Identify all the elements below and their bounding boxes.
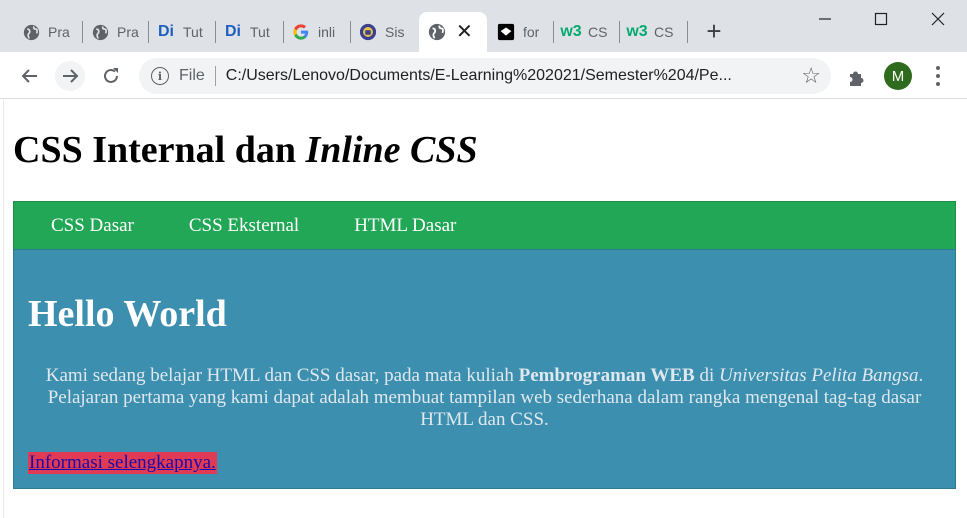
more-info-link[interactable]: Informasi selengkapnya. <box>28 452 217 474</box>
hero-section: Hello World Kami sedang belajar HTML dan… <box>13 249 956 489</box>
info-icon[interactable]: i <box>151 67 169 85</box>
google-icon <box>292 23 310 41</box>
globe-icon <box>91 23 109 41</box>
title-text: CSS Internal dan <box>13 129 306 171</box>
hero-text-part: di <box>694 365 720 386</box>
crest-icon <box>359 23 377 41</box>
w3schools-icon: w3 <box>626 23 648 40</box>
address-bar[interactable]: i File C:/Users/Lenovo/Documents/E-Learn… <box>139 58 831 94</box>
close-window-button[interactable] <box>909 0 966 38</box>
minimize-button[interactable] <box>796 0 853 38</box>
maximize-icon <box>874 12 887 26</box>
arrow-right-icon <box>63 69 79 83</box>
scheme-label: File <box>179 67 205 84</box>
tab-6[interactable]: Sis <box>351 12 417 52</box>
profile-avatar[interactable]: M <box>884 62 912 90</box>
tab-title: Tut <box>183 24 203 40</box>
tab-title: CS <box>588 24 608 40</box>
tab-9[interactable]: w3 CS <box>554 12 620 52</box>
hero-text-bold: Pembrograman WEB <box>518 365 695 386</box>
nav-menu: CSS Dasar CSS Eksternal HTML Dasar <box>13 201 956 250</box>
menu-kebab-icon[interactable] <box>935 66 941 86</box>
page-left-edge <box>0 100 4 518</box>
tab-8[interactable]: for <box>489 12 554 52</box>
hero-text-italic: Universitas Pelita Bangsa <box>719 365 919 386</box>
globe-icon <box>22 23 40 41</box>
close-tab-icon[interactable]: ✕ <box>456 22 473 42</box>
maximize-button[interactable] <box>852 0 909 38</box>
hero-title: Hello World <box>28 293 227 335</box>
di-icon: Di <box>158 23 174 40</box>
tab-10[interactable]: w3 CS <box>620 12 688 52</box>
hero-text: Kami sedang belajar HTML dan CSS dasar, … <box>28 365 941 431</box>
back-button[interactable] <box>15 61 45 91</box>
forward-button[interactable] <box>55 61 85 91</box>
bookmark-star-icon[interactable]: ☆ <box>801 65 821 87</box>
tab-title: Pra <box>117 24 139 40</box>
nav-link-css-eksternal[interactable]: CSS Eksternal <box>189 215 299 237</box>
puzzle-icon <box>850 71 864 86</box>
tab-title: Sis <box>385 24 405 40</box>
w3schools-icon: w3 <box>560 23 582 40</box>
url-text[interactable]: C:/Users/Lenovo/Documents/E-Learning%202… <box>226 67 771 85</box>
title-italic: Inline CSS <box>305 129 478 171</box>
reload-icon <box>104 68 118 83</box>
minimize-icon <box>818 18 831 20</box>
extensions-button[interactable] <box>846 66 868 88</box>
web-page: CSS Internal dan Inline CSS CSS Dasar CS… <box>0 100 967 518</box>
page-title: CSS Internal dan Inline CSS <box>13 128 478 172</box>
tab-title: Tut <box>250 24 270 40</box>
tab-2[interactable]: Pra <box>83 12 149 52</box>
codepen-icon <box>497 23 515 41</box>
tab-3[interactable]: Di Tut <box>149 12 216 52</box>
tab-4[interactable]: Di Tut <box>216 12 284 52</box>
tab-title: Pra <box>48 24 70 40</box>
tab-5[interactable]: inli <box>284 12 351 52</box>
di-icon: Di <box>225 23 241 40</box>
nav-link-css-dasar[interactable]: CSS Dasar <box>51 215 134 237</box>
arrow-left-icon <box>21 69 37 83</box>
globe-icon <box>428 23 446 41</box>
close-icon <box>931 12 944 26</box>
tab-active[interactable]: ✕ <box>419 12 487 52</box>
browser-toolbar: i File C:/Users/Lenovo/Documents/E-Learn… <box>0 52 967 99</box>
tab-strip: Pra Pra Di Tut Di Tut inli Sis ✕ for w3 … <box>0 0 967 52</box>
divider <box>214 66 216 86</box>
reload-button[interactable] <box>96 61 126 91</box>
tab-title: for <box>523 24 540 40</box>
hero-text-part: Kami sedang belajar HTML dan CSS dasar, … <box>45 365 519 386</box>
tab-1[interactable]: Pra <box>14 12 83 52</box>
nav-link-html-dasar[interactable]: HTML Dasar <box>354 215 456 237</box>
new-tab-button[interactable]: + <box>702 18 726 45</box>
tab-title: inli <box>318 24 336 40</box>
tab-title: CS <box>654 24 674 40</box>
tab-separator <box>687 21 688 43</box>
